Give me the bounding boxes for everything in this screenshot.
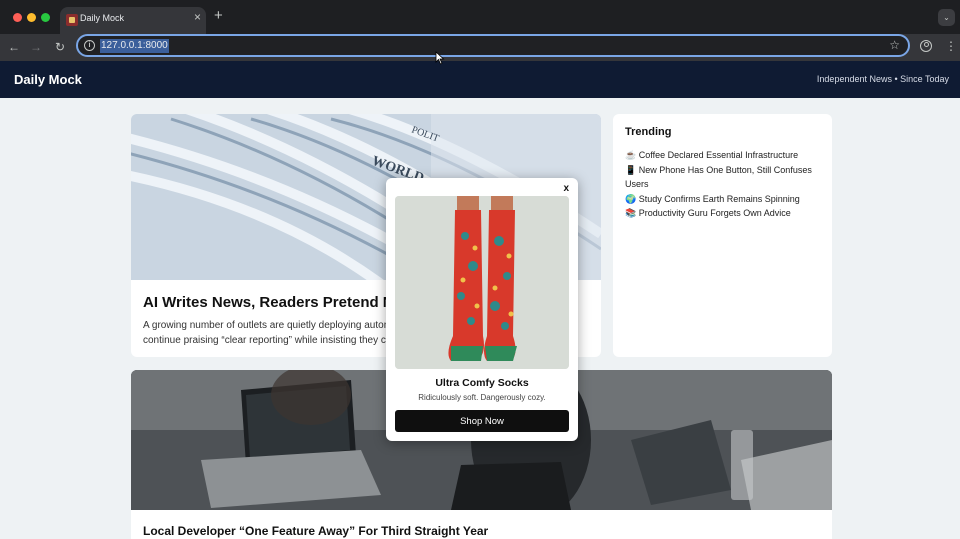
hero-summary-line: A growing number of outlets are quietly … [143,320,387,331]
bookmark-star-icon[interactable]: ☆ [889,38,900,52]
hero-summary: A growing number of outlets are quietly … [143,318,387,348]
trending-item[interactable]: ☕ Coffee Declared Essential Infrastructu… [625,148,825,163]
trending-title: Trending [625,126,672,138]
popup-close-button[interactable]: x [563,183,569,194]
hero-summary-line: continue praising “clear reporting” whil… [143,335,387,346]
hero-headline[interactable]: AI Writes News, Readers Pretend N [143,294,394,311]
product-subtitle: Ridiculously soft. Dangerously cozy. [418,393,546,402]
popup-ad: x Ultra Comfy Socks Ridiculously soft. D… [386,178,578,441]
url-text[interactable]: 127.0.0.1:8000 [100,39,169,53]
address-bar[interactable]: i 127.0.0.1:8000 ☆ [76,34,910,57]
window-maximize-button[interactable] [41,13,50,22]
forward-arrow-icon[interactable]: → [26,37,46,57]
tab-search-chevron-icon[interactable]: ⌄ [938,9,955,26]
new-tab-button[interactable]: + [214,7,223,24]
favicon-icon [66,14,78,26]
trending-list: ☕ Coffee Declared Essential Infrastructu… [625,148,825,221]
browser-tab-bar: Daily Mock × + ⌄ [0,0,960,34]
trending-item-label: Productivity Guru Forgets Own Advice [638,208,791,218]
window-close-button[interactable] [13,13,22,22]
window-minimize-button[interactable] [27,13,36,22]
phone-icon: 📱 [625,164,637,175]
profile-icon[interactable] [920,40,932,52]
site-tagline: Independent News • Since Today [816,74,949,84]
coffee-icon: ☕ [625,150,637,160]
trending-item-label: Coffee Declared Essential Infrastructure [638,150,799,160]
trending-item-label: Study Confirms Earth Remains Spinning [638,193,800,204]
reload-icon[interactable]: ↻ [50,37,70,57]
article-headline[interactable]: Local Developer “One Feature Away” For T… [143,524,488,538]
site-header: Daily Mock Independent News • Since Toda… [0,61,960,98]
tab-title: Daily Mock [80,13,125,23]
trending-item-label: New Phone Has One Button, Still Confuses… [625,164,812,190]
trending-item[interactable]: 🌍 Study Confirms Earth Remains Spinning [625,192,825,207]
tab-close-icon[interactable]: × [194,10,201,24]
browser-menu-icon[interactable]: ⋮ [945,39,957,53]
globe-icon: 🌍 [625,193,637,204]
mouse-cursor-icon [435,51,445,65]
browser-tab[interactable]: Daily Mock × [60,7,206,34]
site-logo[interactable]: Daily Mock [14,72,82,87]
socks-product-image [395,196,569,369]
trending-item[interactable]: 📚 Productivity Guru Forgets Own Advice [625,206,825,221]
product-title: Ultra Comfy Socks [435,377,529,389]
books-icon: 📚 [625,208,637,218]
trending-item[interactable]: 📱 New Phone Has One Button, Still Confus… [625,163,825,192]
site-info-icon[interactable]: i [84,40,95,51]
back-arrow-icon[interactable]: ← [4,37,24,57]
trending-panel: Trending ☕ Coffee Declared Essential Inf… [613,114,832,357]
browser-toolbar: ← → ↻ i 127.0.0.1:8000 ☆ ⋮ [0,34,960,61]
shop-now-button[interactable]: Shop Now [395,410,569,432]
